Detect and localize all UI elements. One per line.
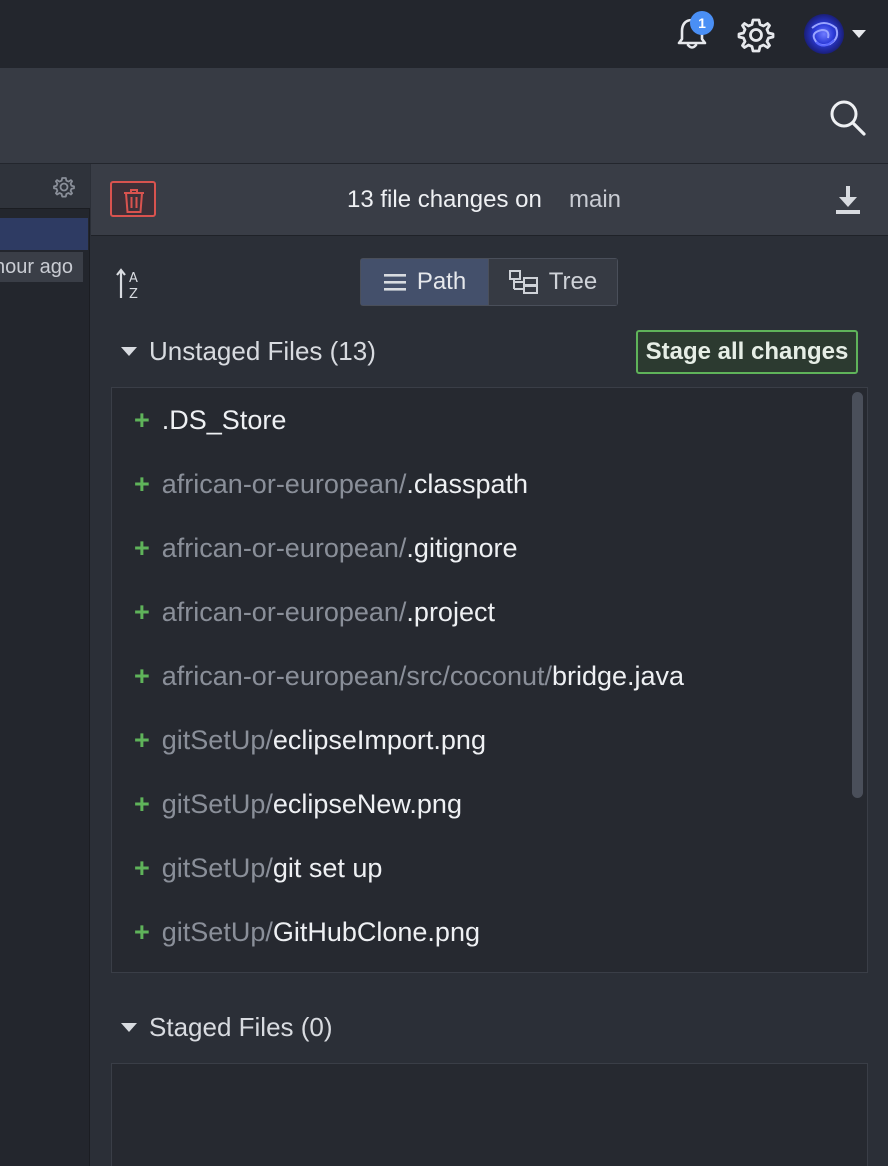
staged-files-header[interactable]: Staged Files (0): [121, 1012, 333, 1043]
tree-view-label: Tree: [548, 268, 598, 295]
discard-button[interactable]: [110, 181, 156, 217]
plus-icon: +: [134, 597, 150, 627]
list-item[interactable]: + african-or-european/.classpath: [134, 464, 528, 504]
file-dir: african-or-european/src/coconut/: [161, 661, 552, 691]
top-bar: 1: [0, 0, 888, 68]
list-item[interactable]: + african-or-european/.project: [134, 592, 495, 632]
file-name: bridge.java: [551, 661, 685, 691]
scrollbar[interactable]: [852, 392, 863, 798]
unstaged-files-title: Unstaged Files (13): [149, 336, 376, 366]
sort-az-icon[interactable]: A Z: [115, 266, 149, 300]
file-dir: gitSetUp/: [161, 725, 273, 755]
file-name: .project: [406, 597, 495, 627]
branch-name: main: [569, 186, 622, 213]
unstaged-file-list: + .DS_Store + african-or-european/.classpa…: [111, 387, 868, 973]
caret-down-icon: [121, 1023, 137, 1032]
gear-icon[interactable]: [52, 175, 76, 199]
plus-icon: +: [134, 469, 150, 499]
file-name: eclipseImport.png: [272, 725, 486, 755]
tree-view-button[interactable]: Tree: [488, 259, 617, 305]
list-item[interactable]: + gitSetUp/GitHubClone.png: [134, 912, 480, 952]
caret-down-icon: [121, 347, 137, 356]
plus-icon: +: [134, 533, 150, 563]
file-dir: african-or-european/: [161, 597, 407, 627]
file-name: .classpath: [406, 469, 528, 499]
list-item[interactable]: + .DS_Store: [134, 400, 286, 440]
chevron-down-icon[interactable]: [852, 30, 866, 38]
commit-timestamp: hour ago: [0, 252, 83, 282]
file-name: GitHubClone.png: [272, 917, 480, 947]
plus-icon: +: [134, 853, 150, 883]
tree-icon: [508, 270, 538, 294]
file-name: eclipseNew.png: [272, 789, 462, 819]
list-item[interactable]: + gitSetUp/git set up: [134, 848, 382, 888]
selected-commit-row[interactable]: [0, 218, 88, 250]
file-name: git set up: [272, 853, 383, 883]
search-icon[interactable]: [826, 96, 868, 138]
list-item[interactable]: + african-or-european/src/coconut/bridge.…: [134, 656, 684, 696]
file-dir: gitSetUp/: [161, 789, 273, 819]
secondary-toolbar: [0, 68, 888, 164]
file-dir: african-or-european/: [161, 533, 407, 563]
plus-icon: +: [134, 789, 150, 819]
svg-text:Z: Z: [129, 287, 138, 300]
notification-badge: 1: [690, 11, 714, 35]
trash-icon: [124, 189, 144, 213]
plus-icon: +: [134, 405, 150, 435]
list-item[interactable]: + gitSetUp/eclipseImport.png: [134, 720, 486, 760]
file-dir: gitSetUp/: [161, 853, 273, 883]
gear-icon[interactable]: [736, 15, 776, 55]
svg-text:A: A: [129, 271, 138, 286]
file-name: .DS_Store: [161, 405, 287, 435]
staged-file-list: [111, 1063, 868, 1166]
file-changes-header: 13 file changes on main: [91, 164, 888, 236]
path-view-label: Path: [416, 268, 467, 295]
commit-list-header: [0, 164, 90, 209]
path-view-button[interactable]: Path: [361, 259, 488, 305]
plus-icon: +: [134, 661, 150, 691]
list-icon: [383, 274, 406, 291]
file-dir: gitSetUp/: [161, 917, 273, 947]
file-dir: african-or-european/: [161, 469, 407, 499]
download-icon[interactable]: [833, 184, 863, 216]
view-toggle: Path Tree: [360, 258, 618, 306]
file-changes-panel: 13 file changes on main A Z Path Tree Un…: [91, 164, 888, 1166]
staged-files-title: Staged Files (0): [149, 1012, 333, 1042]
list-item[interactable]: + african-or-european/.gitignore: [134, 528, 518, 568]
stage-all-button[interactable]: Stage all changes: [636, 330, 858, 374]
file-changes-count: 13 file changes on: [347, 186, 542, 213]
plus-icon: +: [134, 725, 150, 755]
plus-icon: +: [134, 917, 150, 947]
avatar[interactable]: [804, 14, 844, 54]
list-item[interactable]: + gitSetUp/eclipseNew.png: [134, 784, 462, 824]
unstaged-files-header[interactable]: Unstaged Files (13): [121, 336, 376, 367]
commit-list-panel: hour ago: [0, 164, 90, 1166]
file-name: .gitignore: [406, 533, 518, 563]
